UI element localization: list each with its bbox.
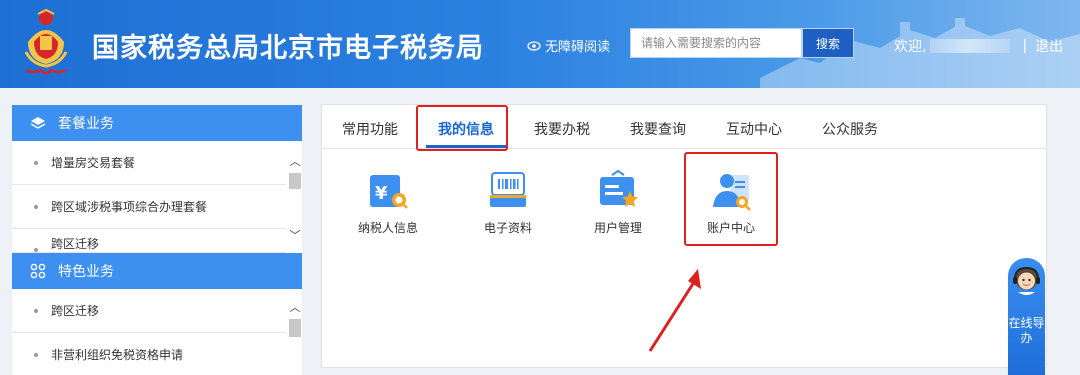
highlight-box-tab [416, 105, 508, 151]
grid-icon [30, 263, 46, 279]
function-label: 用户管理 [593, 221, 642, 235]
divider: | [1022, 38, 1028, 54]
welcome-label: 欢迎, [894, 39, 927, 55]
function-label: 纳税人信息 [357, 221, 418, 235]
list-item[interactable]: 非营利组织免税资格申请 [12, 333, 286, 375]
user-management-icon [600, 169, 638, 207]
function-user-management[interactable]: 用户管理 [578, 169, 658, 236]
annotation-arrow-icon [648, 269, 701, 352]
scroll-up-icon[interactable]: ︿ [288, 155, 302, 169]
accessibility-reading-link[interactable]: 无障碍阅读 [527, 36, 610, 55]
logout-link[interactable]: 退出 [1035, 36, 1063, 56]
search-input[interactable] [630, 28, 802, 58]
accessibility-label: 无障碍阅读 [545, 40, 611, 55]
taxpayer-info-icon: ¥ [370, 175, 408, 209]
customer-service-avatar-icon [1013, 266, 1040, 295]
list-item[interactable]: 跨区域涉税事项综合办理套餐 [12, 185, 286, 229]
scroll-thumb[interactable] [289, 173, 301, 189]
svg-text:¥: ¥ [375, 183, 388, 204]
scroll-thumb[interactable] [289, 319, 301, 337]
scrollbar[interactable]: ︿ [288, 289, 302, 375]
tab-query[interactable]: 我要查询 [630, 119, 686, 139]
function-label: 电子资料 [483, 221, 532, 235]
username-mask [930, 39, 1011, 53]
online-guide-label: 在线导办 [1008, 316, 1045, 345]
scrollbar[interactable]: ︿ ﹀ [288, 141, 302, 253]
sidebar: 套餐业务 增量房交易套餐 跨区域涉税事项综合办理套餐 跨区迁移 ︿ ﹀ 特色业务… [12, 105, 302, 375]
electronic-documents-icon [490, 172, 526, 207]
list-item[interactable]: 跨区迁移 [12, 289, 286, 333]
section-title: 特色业务 [58, 264, 114, 280]
section-title: 套餐业务 [58, 116, 114, 132]
site-header: 国家税务总局北京市电子税务局 无障碍阅读 搜索 欢迎, | 退出 [0, 0, 1080, 88]
function-electronic-docs[interactable]: 电子资料 [468, 169, 548, 236]
list-item[interactable]: 跨区迁移 [12, 229, 286, 253]
sidebar-section-package[interactable]: 套餐业务 [12, 105, 302, 141]
online-guide-button[interactable]: 在线导办 [1008, 258, 1045, 375]
sidebar-section-featured[interactable]: 特色业务 [12, 253, 302, 289]
search-button[interactable]: 搜索 [802, 28, 854, 58]
layers-icon [30, 117, 46, 129]
tab-public-service[interactable]: 公众服务 [822, 119, 878, 139]
function-taxpayer-info[interactable]: ¥ 纳税人信息 [348, 169, 428, 236]
eye-icon [527, 40, 541, 51]
site-title: 国家税务总局北京市电子税务局 [92, 33, 484, 64]
highlight-box-account-center [684, 152, 778, 246]
tab-interaction-center[interactable]: 互动中心 [726, 119, 782, 139]
list-item[interactable]: 增量房交易套餐 [12, 141, 286, 185]
scroll-up-icon[interactable]: ︿ [288, 301, 302, 315]
scroll-down-icon[interactable]: ﹀ [288, 229, 302, 243]
tab-common-functions[interactable]: 常用功能 [342, 119, 398, 139]
tax-emblem-icon [24, 8, 68, 75]
tab-tax-handling[interactable]: 我要办税 [534, 119, 590, 139]
welcome-area: 欢迎, | 退出 [894, 36, 1063, 56]
